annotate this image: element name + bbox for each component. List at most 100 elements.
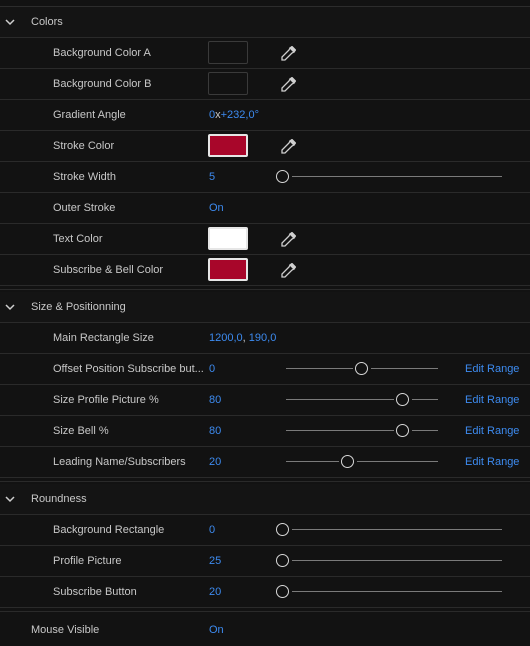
slider-knob[interactable] — [276, 585, 289, 598]
property-label: Outer Stroke — [53, 202, 116, 214]
row-mouse-visible: Mouse Visible On — [0, 615, 530, 646]
bg-rect-roundness-slider[interactable] — [276, 523, 502, 537]
slider-knob[interactable] — [276, 523, 289, 536]
stroke-width-value[interactable]: 5 — [209, 171, 215, 183]
section-colors[interactable]: Colors — [0, 7, 530, 38]
slider-knob[interactable] — [341, 455, 354, 468]
section-divider — [0, 608, 530, 612]
color-swatch[interactable] — [208, 258, 248, 281]
subscribe-roundness-slider[interactable] — [276, 585, 502, 599]
leading-slider[interactable] — [286, 455, 438, 469]
subscribe-roundness-value[interactable]: 20 — [209, 586, 221, 598]
row-main-rectangle-size: Main Rectangle Size 1200,0, 190,0 — [0, 323, 530, 354]
edit-range-link[interactable]: Edit Range — [465, 456, 519, 468]
row-size-bell: Size Bell % 80 Edit Range — [0, 416, 530, 447]
eyedropper-icon[interactable] — [280, 46, 296, 62]
degree-sign: ° — [254, 109, 259, 121]
edit-range-link[interactable]: Edit Range — [465, 425, 519, 437]
row-subscribe-bell-color: Subscribe & Bell Color — [0, 255, 530, 286]
slider-track[interactable] — [276, 529, 502, 530]
row-text-color: Text Color — [0, 224, 530, 255]
property-label: Background Color B — [53, 78, 152, 90]
chevron-down-icon[interactable] — [5, 494, 15, 504]
row-subscribe-button-roundness: Subscribe Button 20 — [0, 577, 530, 608]
property-label: Leading Name/Subscribers — [53, 456, 186, 468]
eyedropper-icon[interactable] — [280, 77, 296, 93]
leading-value[interactable]: 20 — [209, 456, 221, 468]
slider-track[interactable] — [286, 430, 438, 431]
property-label: Stroke Color — [53, 140, 115, 152]
property-label: Stroke Width — [53, 171, 116, 183]
slider-knob[interactable] — [396, 424, 409, 437]
eyedropper-icon[interactable] — [280, 139, 296, 155]
row-outer-stroke: Outer Stroke On — [0, 193, 530, 224]
slider-knob[interactable] — [396, 393, 409, 406]
chevron-down-icon[interactable] — [5, 17, 15, 27]
edit-range-link[interactable]: Edit Range — [465, 363, 519, 375]
edit-range-link[interactable]: Edit Range — [465, 394, 519, 406]
property-label: Size Profile Picture % — [53, 394, 159, 406]
mouse-visible-toggle[interactable]: On — [209, 624, 224, 636]
section-size-positioning[interactable]: Size & Positionning — [0, 292, 530, 323]
row-gradient-angle: Gradient Angle 0x+232,0° — [0, 100, 530, 131]
chevron-down-icon[interactable] — [5, 302, 15, 312]
profile-size-value[interactable]: 80 — [209, 394, 221, 406]
property-label: Background Rectangle — [53, 524, 165, 536]
eyedropper-icon[interactable] — [280, 232, 296, 248]
slider-track[interactable] — [276, 591, 502, 592]
row-offset-position-subscribe: Offset Position Subscribe but... 0 Edit … — [0, 354, 530, 385]
angle-value[interactable]: 0x+232,0° — [209, 109, 259, 121]
section-divider — [0, 286, 530, 290]
profile-size-slider[interactable] — [286, 393, 438, 407]
section-title: Colors — [31, 16, 63, 28]
section-roundness[interactable]: Roundness — [0, 484, 530, 515]
property-label: Gradient Angle — [53, 109, 126, 121]
slider-track[interactable] — [286, 399, 438, 400]
size-value[interactable]: 1200,0, 190,0 — [209, 332, 276, 344]
outer-stroke-toggle[interactable]: On — [209, 202, 224, 214]
slider-track[interactable] — [276, 560, 502, 561]
bg-rect-roundness-value[interactable]: 0 — [209, 524, 215, 536]
slider-track[interactable] — [286, 461, 438, 462]
row-background-color-a: Background Color A — [0, 38, 530, 69]
stroke-width-slider[interactable] — [276, 170, 502, 184]
property-label: Main Rectangle Size — [53, 332, 154, 344]
property-label: Subscribe & Bell Color — [53, 264, 164, 276]
section-title: Roundness — [31, 493, 87, 505]
color-swatch[interactable] — [208, 227, 248, 250]
angle-degrees[interactable]: +232,0 — [221, 109, 255, 121]
slider-knob[interactable] — [276, 170, 289, 183]
row-size-profile-picture: Size Profile Picture % 80 Edit Range — [0, 385, 530, 416]
color-swatch[interactable] — [208, 41, 248, 64]
row-leading-name-subscribers: Leading Name/Subscribers 20 Edit Range — [0, 447, 530, 478]
row-profile-picture-roundness: Profile Picture 25 — [0, 546, 530, 577]
top-divider — [0, 0, 530, 7]
profile-roundness-slider[interactable] — [276, 554, 502, 568]
row-stroke-width: Stroke Width 5 — [0, 162, 530, 193]
property-label: Mouse Visible — [31, 624, 100, 636]
property-label: Offset Position Subscribe but... — [53, 363, 204, 375]
property-label: Subscribe Button — [53, 586, 137, 598]
color-swatch[interactable] — [208, 72, 248, 95]
section-divider — [0, 478, 530, 482]
size-width[interactable]: 1200,0 — [209, 332, 243, 344]
profile-roundness-value[interactable]: 25 — [209, 555, 221, 567]
row-stroke-color: Stroke Color — [0, 131, 530, 162]
bell-size-slider[interactable] — [286, 424, 438, 438]
size-separator: , — [242, 332, 246, 344]
bell-size-value[interactable]: 80 — [209, 425, 221, 437]
property-label: Text Color — [53, 233, 103, 245]
row-background-color-b: Background Color B — [0, 69, 530, 100]
color-swatch[interactable] — [208, 134, 248, 157]
offset-slider[interactable] — [286, 362, 438, 376]
property-label: Background Color A — [53, 47, 151, 59]
row-background-rectangle: Background Rectangle 0 — [0, 515, 530, 546]
section-title: Size & Positionning — [31, 301, 126, 313]
offset-value[interactable]: 0 — [209, 363, 215, 375]
size-height[interactable]: 190,0 — [249, 332, 277, 344]
slider-knob[interactable] — [355, 362, 368, 375]
slider-knob[interactable] — [276, 554, 289, 567]
property-label: Size Bell % — [53, 425, 109, 437]
eyedropper-icon[interactable] — [280, 263, 296, 279]
slider-track[interactable] — [276, 176, 502, 177]
